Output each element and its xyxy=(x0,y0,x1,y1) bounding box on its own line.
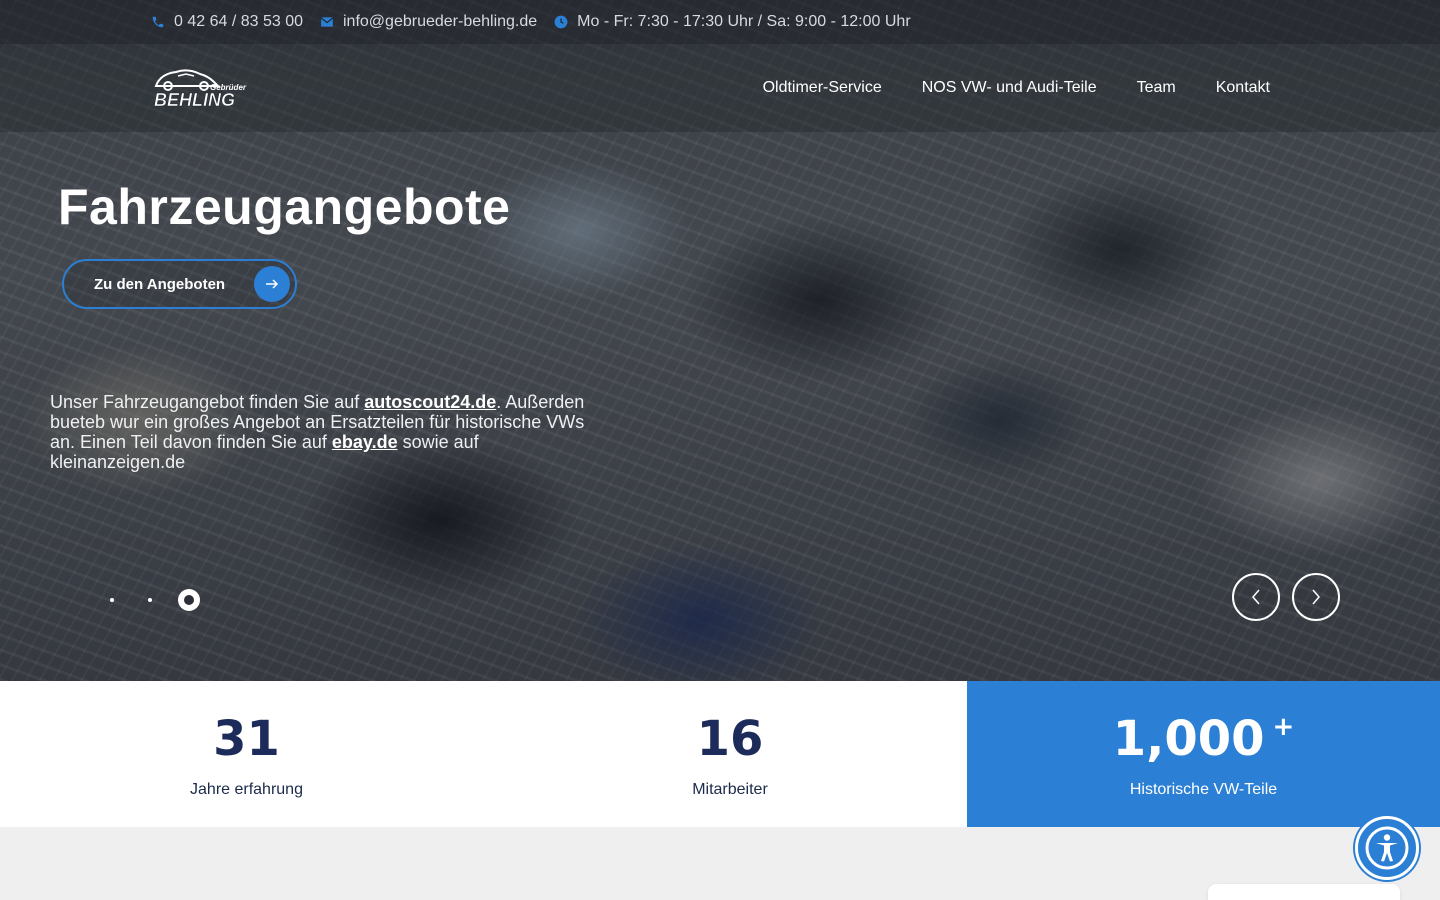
stat-years: 31 Jahre erfahrung xyxy=(0,681,493,827)
main-navbar: Gebrüder BEHLING Oldtimer-Service NOS VW… xyxy=(0,44,1440,132)
slide-dot-3-active[interactable] xyxy=(178,589,200,611)
stat-parts-label: Historische VW-Teile xyxy=(1129,781,1278,798)
arrow-right-icon xyxy=(254,266,290,302)
hero-description: Unser Fahrzeugangebot finden Sie auf aut… xyxy=(50,392,610,472)
opening-hours-text: Mo - Fr: 7:30 - 17:30 Uhr / Sa: 9:00 - 1… xyxy=(577,13,911,30)
email-contact[interactable]: info@gebrueder-behling.de xyxy=(319,13,537,31)
nav-kontakt[interactable]: Kontakt xyxy=(1216,79,1270,97)
stat-employees-value: 16 xyxy=(696,711,764,767)
opening-hours: Mo - Fr: 7:30 - 17:30 Uhr / Sa: 9:00 - 1… xyxy=(553,13,911,31)
stat-years-value: 31 xyxy=(213,711,280,767)
ebay-link[interactable]: ebay.de xyxy=(332,432,398,452)
bottom-card-edge xyxy=(1208,884,1400,900)
slide-dot-2[interactable] xyxy=(148,598,152,602)
top-info-bar: 0 42 64 / 83 53 00 info@gebrueder-behlin… xyxy=(0,0,1440,44)
hero-title: Fahrzeugangebote xyxy=(58,179,511,235)
stat-parts-number: 1,000 + xyxy=(967,711,1440,767)
autoscout-link[interactable]: autoscout24.de xyxy=(364,392,496,412)
phone-contact[interactable]: 0 42 64 / 83 53 00 xyxy=(150,13,303,31)
nav-oldtimer-service[interactable]: Oldtimer-Service xyxy=(763,79,882,97)
chevron-right-icon xyxy=(1312,589,1320,605)
phone-number: 0 42 64 / 83 53 00 xyxy=(174,13,303,30)
slide-dot-1[interactable] xyxy=(110,598,114,602)
envelope-icon xyxy=(319,16,335,28)
slider-prev-button[interactable] xyxy=(1232,573,1280,621)
stat-parts: 1,000 + Historische VW-Teile xyxy=(967,681,1440,827)
logo-main-text: BEHLING xyxy=(154,90,235,110)
accessibility-button[interactable] xyxy=(1355,816,1419,880)
slider-pagination xyxy=(100,588,200,612)
phone-icon xyxy=(150,15,166,29)
cta-label: Zu den Angeboten xyxy=(94,275,226,293)
behling-logo[interactable]: Gebrüder BEHLING xyxy=(148,64,248,112)
email-address: info@gebrueder-behling.de xyxy=(343,13,538,30)
nav-nos-parts[interactable]: NOS VW- und Audi-Teile xyxy=(922,79,1097,97)
offers-cta-button[interactable]: Zu den Angeboten xyxy=(62,259,297,309)
accessibility-icon xyxy=(1365,826,1409,870)
hero-slider: 0 42 64 / 83 53 00 info@gebrueder-behlin… xyxy=(0,0,1440,681)
stat-employees: 16 Mitarbeiter xyxy=(493,681,967,827)
nav-team[interactable]: Team xyxy=(1137,79,1176,97)
stats-section: 31 Jahre erfahrung 16 Mitarbeiter 1,000 +… xyxy=(0,681,1440,827)
hero-text-part1: Unser Fahrzeugangebot finden Sie auf xyxy=(50,392,365,412)
chevron-left-icon xyxy=(1252,589,1260,605)
stat-years-label: Jahre erfahrung xyxy=(190,781,303,798)
stat-parts-value: 1,000 xyxy=(1112,711,1265,767)
stat-employees-label: Mitarbeiter xyxy=(692,781,768,798)
slider-next-button[interactable] xyxy=(1292,573,1340,621)
stat-parts-suffix: + xyxy=(1272,712,1295,742)
clock-icon xyxy=(553,15,569,29)
main-menu: Oldtimer-Service NOS VW- und Audi-Teile … xyxy=(763,44,1270,132)
